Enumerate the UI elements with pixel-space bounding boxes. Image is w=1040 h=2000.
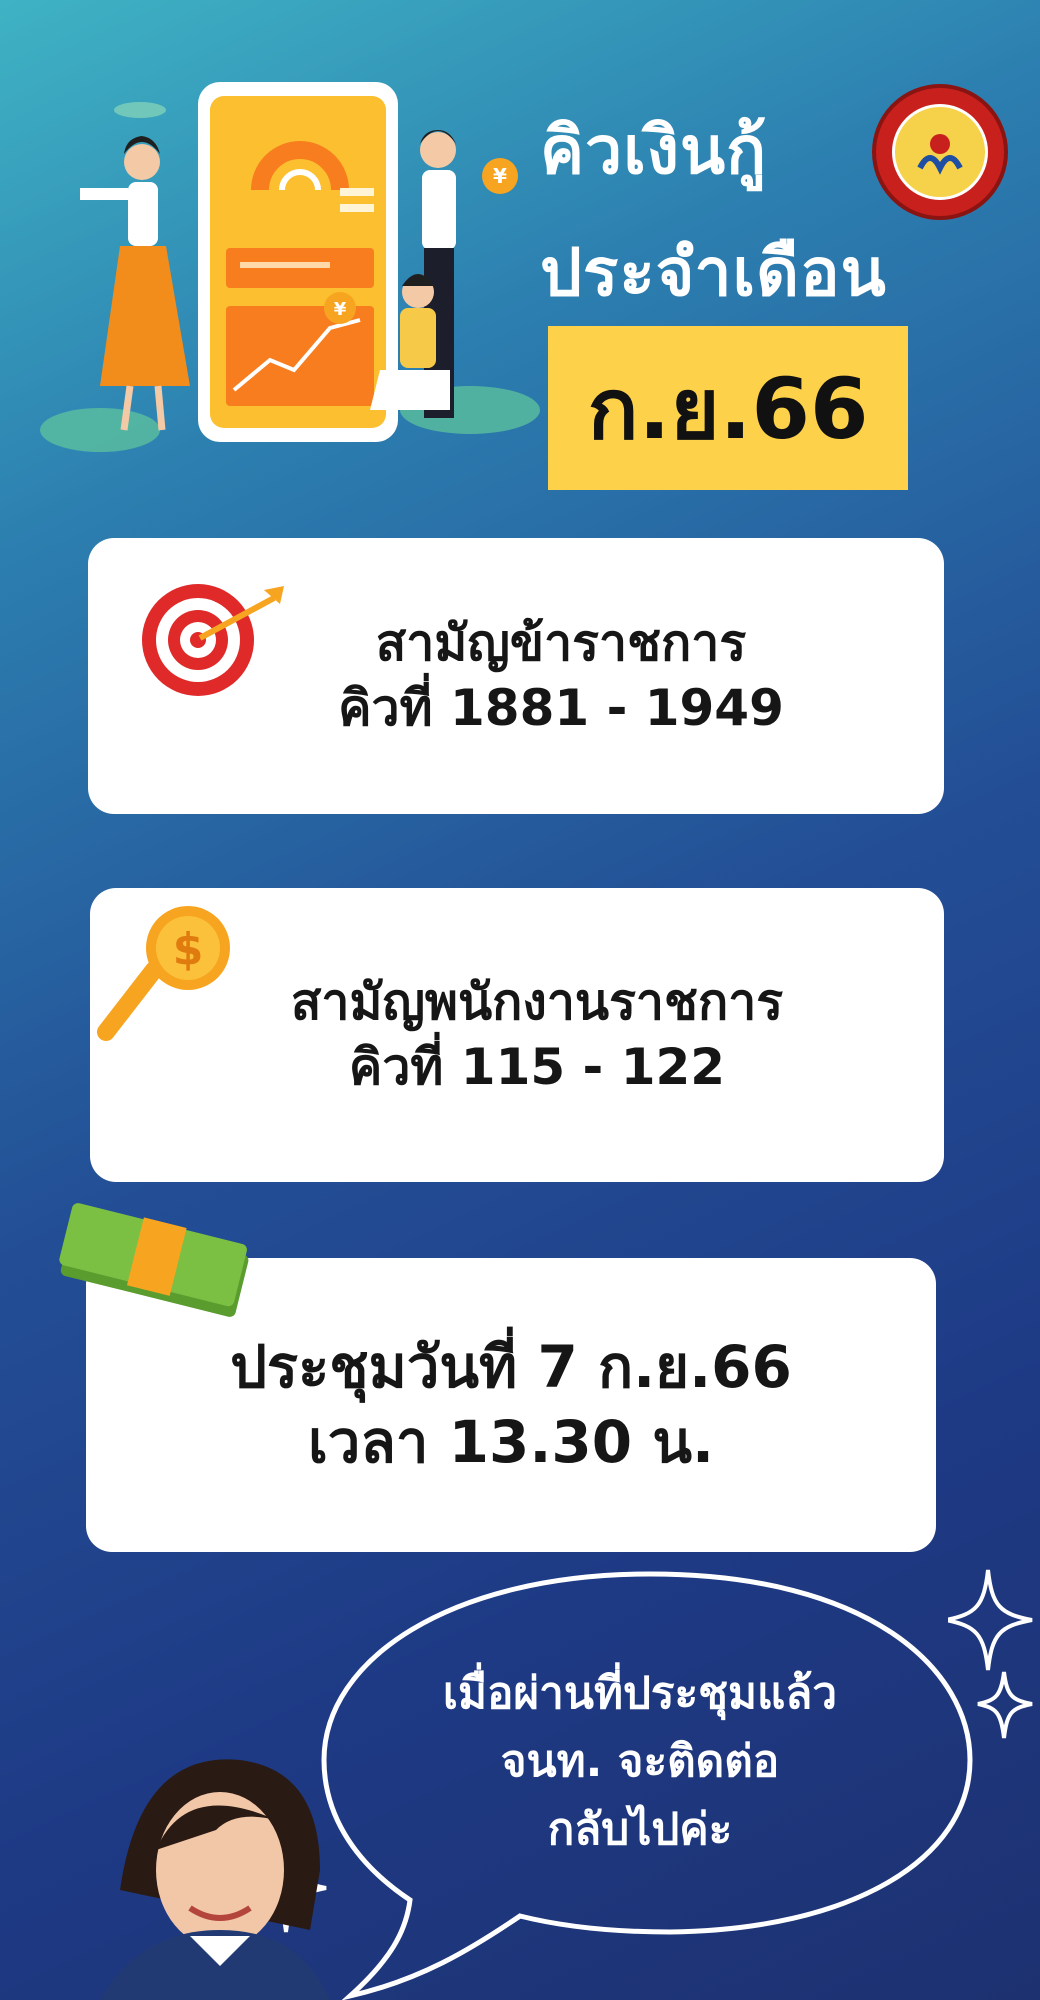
sparkle-small-icon [977, 1671, 1033, 1739]
title-line-1: คิวเงินกู้ [540, 112, 768, 189]
card2-line1: สามัญพนักงานราชการ [290, 973, 784, 1031]
bubble-line2: จนท. จะติดต่อ [500, 1736, 780, 1788]
svg-text:$: $ [173, 924, 204, 975]
svg-text:¥: ¥ [493, 164, 507, 188]
bubble-line3: กลับไปค่ะ [547, 1804, 733, 1856]
month-highlight: ก.ย.66 [548, 326, 908, 490]
sparkle-icon [948, 1569, 1033, 1671]
money-stack-icon [59, 1203, 249, 1317]
target-icon [142, 584, 284, 696]
finance-illustration: ¥ ¥ [40, 82, 540, 452]
bubble-line1: เมื่อผ่านที่ประชุมแล้ว [442, 1668, 838, 1719]
title-line-2: ประจำเดือน [540, 234, 887, 311]
card1-line1: สามัญข้าราชการ [375, 614, 747, 672]
svg-text:¥: ¥ [334, 299, 347, 320]
card2-line2: คิวที่ 115 - 122 [348, 1038, 726, 1096]
month-label: ก.ย.66 [587, 360, 869, 458]
magnifier-coin-icon: $ [97, 906, 230, 1041]
cooperative-seal-logo [872, 84, 1008, 220]
card3-line1: ประชุมวันที่ 7 ก.ย.66 [230, 1332, 792, 1401]
card3-line2: เวลา 13.30 น. [307, 1408, 715, 1476]
card1-line2: คิวที่ 1881 - 1949 [338, 679, 784, 737]
bubble-message: เมื่อผ่านที่ประชุมแล้ว จนท. จะติดต่อ กลั… [360, 1660, 920, 1865]
staff-photo [100, 1759, 330, 2000]
